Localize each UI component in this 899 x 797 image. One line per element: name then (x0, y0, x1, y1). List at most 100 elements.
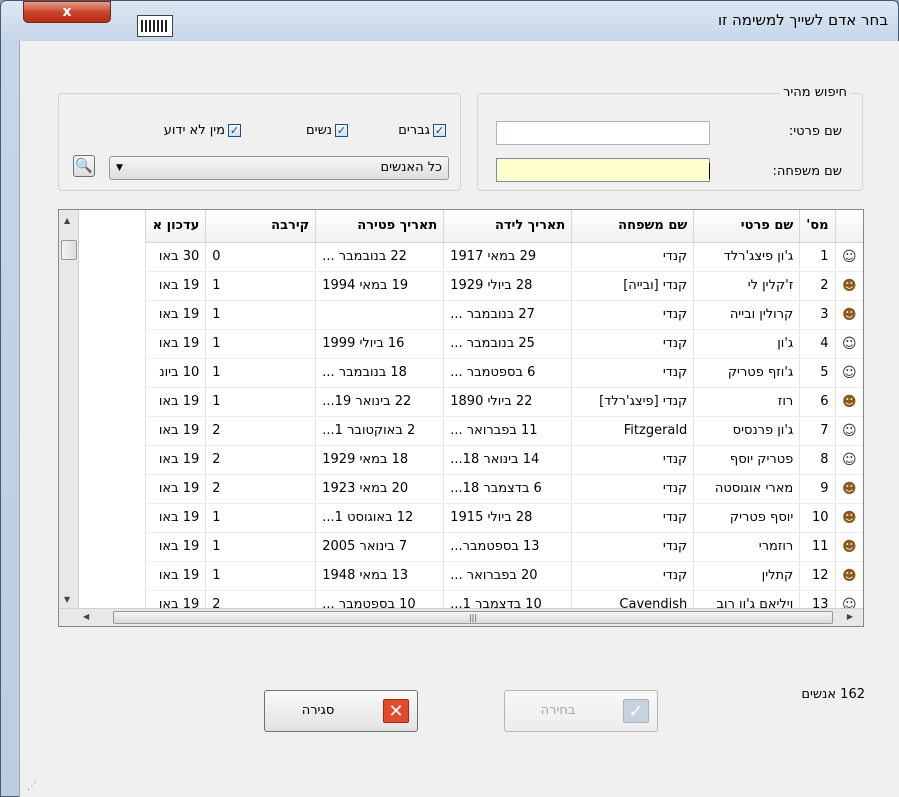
cell-updated: 19 באו (145, 300, 206, 330)
cell-updated: 19 באו (145, 503, 206, 533)
magnifier-icon: 🔍 (75, 158, 93, 174)
table-row[interactable]: ☻ 6 רוז קנדי [פיצג'רלד] 22 ביולי 1890 22 בינו… (145, 387, 863, 417)
cell-death: 13 במאי 1948 (315, 561, 444, 591)
people-filter-dropdown[interactable]: כל האנשים ▼ (109, 156, 449, 180)
person-icon-cell: ☻ (834, 561, 863, 591)
people-table[interactable]: מס' שם פרטי שם משפחה תאריך לידה תאריך פט… (58, 209, 864, 627)
cell-death: 19 במאי 1994 (315, 271, 444, 301)
cell-updated: 19 באו (145, 416, 206, 446)
cell-birth: 22 ביולי 1890 (443, 387, 572, 417)
person-icon-cell: ☻ (834, 474, 863, 504)
women-check-mark[interactable]: ✓ (335, 124, 348, 137)
col-header-death-date[interactable]: תאריך פטירה (315, 210, 444, 243)
cell-birth: 27 בנובמבר ... (443, 300, 572, 330)
table-row[interactable]: ☺ 7 ג'ון פרנסיס Fitzgerald 11 בפברואר ... 2 ב… (145, 416, 863, 446)
women-label: נשים (306, 123, 332, 138)
close-x-icon: ✕ (383, 699, 409, 723)
search-button[interactable]: 🔍 (73, 155, 95, 177)
col-header-first-name[interactable]: שם פרטי (693, 210, 800, 243)
last-name-input[interactable] (496, 158, 710, 182)
vertical-scrollbar[interactable]: ▲ ▼ (59, 210, 79, 608)
horizontal-scrollbar[interactable]: ◀ ||| ▶ (59, 608, 863, 626)
scroll-up-arrow-icon[interactable]: ▲ (64, 216, 70, 225)
table-row[interactable]: ☺ 8 פטריק יוסף קנדי 14 בינואר 18... 18 במאי 1… (145, 445, 863, 475)
cell-updated: 19 באו (145, 474, 206, 504)
female-icon: ☻ (841, 509, 857, 526)
first-name-input[interactable] (496, 121, 710, 145)
col-header-icon[interactable] (834, 210, 863, 243)
cell-updated: 30 באו (145, 242, 206, 272)
cell-first: מארי אוגוסטה (693, 474, 800, 504)
col-header-num[interactable]: מס' (799, 210, 835, 243)
col-header-updated[interactable]: עדכון א (145, 210, 206, 243)
cell-num: 5 (799, 358, 835, 388)
men-checkbox[interactable]: ✓ גברים (398, 123, 446, 138)
person-icon-cell: ☻ (834, 271, 863, 301)
table-row[interactable]: ☻ 11 רוזמרי קנדי 13 בספטמבר... 7 בינואר 2005 1… (145, 532, 863, 562)
scroll-right-arrow-icon[interactable]: ▶ (847, 612, 853, 621)
cell-last: קנדי (571, 532, 694, 562)
cell-last: קנדי (571, 474, 694, 504)
cell-num: 9 (799, 474, 835, 504)
chevron-down-icon[interactable]: ▼ (116, 157, 123, 179)
cell-birth: 13 בספטמבר... (443, 532, 572, 562)
table-row[interactable]: ☺ 1 ג'ון פיצג'רלד קנדי 29 במאי 1917 22 בנובמב… (145, 242, 863, 272)
men-label: גברים (398, 123, 430, 138)
cell-updated: 19 באו (145, 445, 206, 475)
person-icon-cell: ☻ (834, 387, 863, 417)
person-icon-cell: ☻ (834, 300, 863, 330)
table-row[interactable]: ☻ 10 יוסף פטריק קנדי 28 ביולי 1915 12 באוגוסט… (145, 503, 863, 533)
filter-group: ✓ גברים ✓ נשים ✓ מין לא ידוע כל האנשים ▼… (58, 93, 461, 191)
horizontal-scroll-thumb[interactable]: ||| (113, 611, 833, 624)
men-check-mark[interactable]: ✓ (433, 124, 446, 137)
close-button-label: סגירה (301, 703, 335, 718)
title-bar[interactable]: x בחר אדם לשייך למשימה זו (1, 1, 898, 41)
female-icon: ☻ (841, 480, 857, 497)
female-icon: ☻ (841, 393, 857, 410)
table-row[interactable]: ☺ 4 ג'ון קנדי 25 בנובמבר ... 16 ביולי 1999 1 19… (145, 329, 863, 359)
female-icon: ☻ (841, 306, 857, 323)
table-row[interactable]: ☻ 3 קרולין ובייה קנדי 27 בנובמבר ... 1 19 באו (145, 300, 863, 330)
person-icon-cell: ☻ (834, 503, 863, 533)
cell-first: ג'ון (693, 329, 800, 359)
col-header-relation[interactable]: קירבה (205, 210, 316, 243)
cell-death: 18 במאי 1929 (315, 445, 444, 475)
col-header-birth-date[interactable]: תאריך לידה (443, 210, 572, 243)
scroll-down-arrow-icon[interactable]: ▼ (64, 595, 70, 604)
cell-birth: 28 ביולי 1915 (443, 503, 572, 533)
scroll-left-arrow-icon[interactable]: ◀ (83, 612, 89, 621)
table-row[interactable]: ☻ 9 מארי אוגוסטה קנדי 6 בדצמבר 18... 20 במאי … (145, 474, 863, 504)
male-icon: ☺ (841, 248, 857, 265)
cell-death: 16 ביולי 1999 (315, 329, 444, 359)
resize-grip-icon[interactable]: ⋰ (27, 781, 37, 792)
last-name-label: שם משפחה: (772, 164, 843, 179)
vertical-scroll-thumb[interactable] (61, 240, 77, 260)
cell-last: Fitzgerald (571, 416, 694, 446)
close-window-button[interactable]: x (23, 1, 111, 23)
cell-relation: 1 (205, 358, 316, 388)
unknown-check-mark[interactable]: ✓ (228, 124, 241, 137)
table-row[interactable]: ☺ 5 ג'וזף פטריק קנדי 6 בספטמבר ... 18 בנובמבר… (145, 358, 863, 388)
unknown-gender-checkbox[interactable]: ✓ מין לא ידוע (164, 123, 241, 138)
cell-updated: 10 ביונ (145, 358, 206, 388)
table-row[interactable]: ☻ 2 ז'קלין לי קנדי [ובייה] 28 ביולי 1929 19 ב… (145, 271, 863, 301)
person-icon-cell: ☺ (834, 242, 863, 272)
cell-num: 2 (799, 271, 835, 301)
cell-relation: 0 (205, 242, 316, 272)
female-icon: ☻ (841, 277, 857, 294)
checkmark-icon: ✓ (623, 699, 649, 723)
table-row[interactable]: ☻ 12 קתלין קנדי 20 בפברואר ... 13 במאי 1948 1 1… (145, 561, 863, 591)
cell-first: פטריק יוסף (693, 445, 800, 475)
keyboard-icon[interactable] (137, 15, 173, 37)
people-count: 162 אנשים (801, 687, 865, 702)
cell-first: ג'וזף פטריק (693, 358, 800, 388)
table-header-row: מס' שם פרטי שם משפחה תאריך לידה תאריך פט… (145, 210, 863, 243)
cell-last: קנדי (571, 561, 694, 591)
women-checkbox[interactable]: ✓ נשים (306, 123, 348, 138)
close-button[interactable]: ✕ סגירה (264, 690, 418, 732)
select-button[interactable]: ✓ בחירה (504, 690, 658, 732)
cell-num: 12 (799, 561, 835, 591)
select-button-label: בחירה (540, 703, 576, 718)
col-header-last-name[interactable]: שם משפחה (571, 210, 694, 243)
people-table-body: מס' שם פרטי שם משפחה תאריך לידה תאריך פט… (145, 210, 863, 620)
